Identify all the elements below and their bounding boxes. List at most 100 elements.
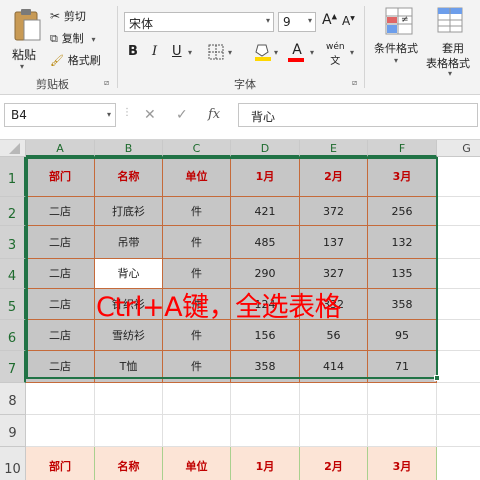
cell-c10[interactable]: 单位 bbox=[163, 447, 231, 480]
cell-b3[interactable]: 吊带 bbox=[95, 226, 163, 259]
grow-font-button[interactable]: A▲ bbox=[322, 12, 337, 28]
chevron-down-icon[interactable]: ▾ bbox=[188, 48, 192, 57]
cell-g6[interactable] bbox=[437, 320, 480, 351]
row-header-9[interactable]: 9 bbox=[0, 415, 26, 447]
cell-c7[interactable]: 件 bbox=[163, 351, 231, 383]
cell-e8[interactable] bbox=[300, 383, 368, 415]
dialog-launcher-icon[interactable]: ⧄ bbox=[104, 78, 109, 88]
select-all-corner[interactable] bbox=[0, 140, 26, 157]
chevron-down-icon[interactable]: ▾ bbox=[107, 110, 111, 119]
row-header-7[interactable]: 7 bbox=[0, 351, 26, 383]
cell-e9[interactable] bbox=[300, 415, 368, 447]
cell-d7[interactable]: 358 bbox=[231, 351, 300, 383]
insert-function-button[interactable]: fx bbox=[208, 107, 220, 122]
bold-button[interactable]: B bbox=[128, 44, 138, 59]
cell-g8[interactable] bbox=[437, 383, 480, 415]
formula-bar-splitter[interactable]: ⋮ bbox=[122, 107, 132, 118]
cancel-icon[interactable]: ✕ bbox=[144, 107, 156, 123]
fill-handle[interactable] bbox=[434, 375, 440, 381]
row-header-10[interactable]: 10 bbox=[0, 447, 26, 480]
row-header-6[interactable]: 6 bbox=[0, 320, 26, 351]
chevron-down-icon[interactable]: ▾ bbox=[310, 48, 314, 57]
chevron-down-icon[interactable]: ▾ bbox=[274, 48, 278, 57]
cell-c8[interactable] bbox=[163, 383, 231, 415]
cell-c6[interactable]: 件 bbox=[163, 320, 231, 351]
chevron-down-icon[interactable]: ▾ bbox=[350, 48, 354, 57]
cell-a4[interactable]: 二店 bbox=[26, 259, 95, 289]
chevron-down-icon[interactable]: ▾ bbox=[20, 62, 24, 71]
column-header-d[interactable]: D bbox=[231, 140, 300, 157]
cell-g7[interactable] bbox=[437, 351, 480, 383]
cell-g2[interactable] bbox=[437, 197, 480, 226]
cell-c1[interactable]: 单位 bbox=[163, 157, 231, 197]
cell-d2[interactable]: 421 bbox=[231, 197, 300, 226]
cell-g10[interactable] bbox=[437, 447, 480, 480]
cell-f3[interactable]: 132 bbox=[368, 226, 437, 259]
row-header-8[interactable]: 8 bbox=[0, 383, 26, 415]
column-header-a[interactable]: A bbox=[26, 140, 95, 157]
cell-b7[interactable]: T恤 bbox=[95, 351, 163, 383]
cell-d8[interactable] bbox=[231, 383, 300, 415]
cell-b10[interactable]: 名称 bbox=[95, 447, 163, 480]
cell-b9[interactable] bbox=[95, 415, 163, 447]
italic-button[interactable]: I bbox=[152, 44, 157, 59]
cell-e2[interactable]: 372 bbox=[300, 197, 368, 226]
copy-button[interactable]: ⧉ 复制 ▾ bbox=[50, 30, 96, 46]
row-header-4[interactable]: 4 bbox=[0, 259, 26, 289]
paste-button[interactable]: 粘贴 ▾ bbox=[6, 6, 46, 72]
chevron-down-icon[interactable]: ▾ bbox=[228, 48, 232, 57]
cell-a5[interactable]: 二店 bbox=[26, 289, 95, 320]
enter-icon[interactable]: ✓ bbox=[176, 107, 188, 123]
row-header-2[interactable]: 2 bbox=[0, 197, 26, 226]
cell-e3[interactable]: 137 bbox=[300, 226, 368, 259]
cell-e10[interactable]: 2月 bbox=[300, 447, 368, 480]
conditional-format-button[interactable]: ≠ 条件格式 ▾ bbox=[372, 6, 426, 70]
cell-d3[interactable]: 485 bbox=[231, 226, 300, 259]
borders-button[interactable] bbox=[208, 44, 224, 63]
phonetic-button[interactable]: wén 文 bbox=[326, 42, 345, 67]
chevron-down-icon[interactable]: ▾ bbox=[448, 69, 452, 78]
cell-f7[interactable]: 71 bbox=[368, 351, 437, 383]
cell-d1[interactable]: 1月 bbox=[231, 157, 300, 197]
cell-a8[interactable] bbox=[26, 383, 95, 415]
cut-button[interactable]: ✂ 剪切 bbox=[50, 8, 86, 24]
cell-b8[interactable] bbox=[95, 383, 163, 415]
cell-c2[interactable]: 件 bbox=[163, 197, 231, 226]
chevron-down-icon[interactable]: ▾ bbox=[394, 56, 398, 65]
cell-b2[interactable]: 打底衫 bbox=[95, 197, 163, 226]
cell-d10[interactable]: 1月 bbox=[231, 447, 300, 480]
cell-a3[interactable]: 二店 bbox=[26, 226, 95, 259]
column-header-g[interactable]: G bbox=[437, 140, 480, 157]
cell-c9[interactable] bbox=[163, 415, 231, 447]
row-header-3[interactable]: 3 bbox=[0, 226, 26, 259]
cell-f1[interactable]: 3月 bbox=[368, 157, 437, 197]
cell-a10[interactable]: 部门 bbox=[26, 447, 95, 480]
cell-f9[interactable] bbox=[368, 415, 437, 447]
cell-g4[interactable] bbox=[437, 259, 480, 289]
worksheet-grid[interactable]: ABCDEFG 1 2 3 4 5 6 7 8 9 10 部门 名称 单位 1月 2月 3月 二店 打底衫件 42… bbox=[0, 140, 480, 480]
cell-e6[interactable]: 56 bbox=[300, 320, 368, 351]
cell-a7[interactable]: 二店 bbox=[26, 351, 95, 383]
formula-input[interactable]: 背心 bbox=[238, 103, 478, 127]
cell-f10[interactable]: 3月 bbox=[368, 447, 437, 480]
column-header-b[interactable]: B bbox=[95, 140, 163, 157]
cell-d6[interactable]: 156 bbox=[231, 320, 300, 351]
cell-g3[interactable] bbox=[437, 226, 480, 259]
row-header-1[interactable]: 1 bbox=[0, 157, 26, 197]
cell-e1[interactable]: 2月 bbox=[300, 157, 368, 197]
cell-a6[interactable]: 二店 bbox=[26, 320, 95, 351]
font-color-button[interactable]: A bbox=[288, 42, 306, 62]
cell-g9[interactable] bbox=[437, 415, 480, 447]
cell-e7[interactable]: 414 bbox=[300, 351, 368, 383]
font-size-select[interactable]: 9 ▾ bbox=[278, 12, 316, 32]
column-header-e[interactable]: E bbox=[300, 140, 368, 157]
column-header-c[interactable]: C bbox=[163, 140, 231, 157]
cell-d9[interactable] bbox=[231, 415, 300, 447]
underline-button[interactable]: U bbox=[172, 44, 182, 59]
fill-color-button[interactable] bbox=[254, 42, 272, 65]
chevron-down-icon[interactable]: ▾ bbox=[308, 16, 312, 25]
chevron-down-icon[interactable]: ▾ bbox=[266, 16, 270, 25]
dialog-launcher-icon[interactable]: ⧄ bbox=[352, 78, 357, 88]
row-header-5[interactable]: 5 bbox=[0, 289, 26, 320]
cell-c3[interactable]: 件 bbox=[163, 226, 231, 259]
